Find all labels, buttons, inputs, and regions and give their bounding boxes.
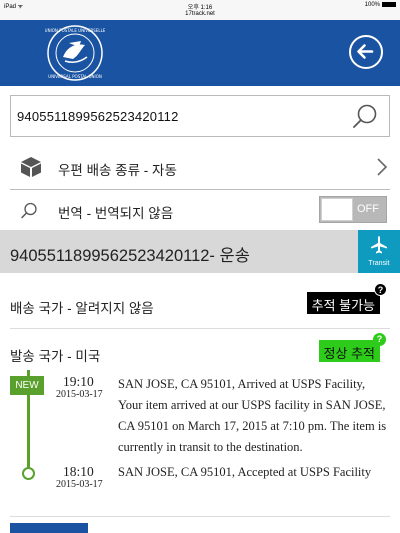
destination-country-row: 배송 국가 - 알려지지 않음 추적 불가능 ? xyxy=(10,283,390,329)
app-header: UNION POSTALE UNIVERSELLE UNIVERSAL POST… xyxy=(0,20,400,86)
timeline-dot xyxy=(22,467,35,480)
tracking-status-title: 9405511899562523420112- 운송 xyxy=(10,247,250,265)
airplane-icon xyxy=(371,236,387,254)
carrier-label: 우편 배송 종류 - 자동 xyxy=(58,163,177,178)
event-description: SAN JOSE, CA 95101, Accepted at USPS Fac… xyxy=(118,465,372,479)
transit-label: Transit xyxy=(368,260,390,267)
event-description: SAN JOSE, CA 95101, Arrived at USPS Faci… xyxy=(118,377,387,454)
event-date: 2015-03-17 xyxy=(56,479,103,490)
tracking-number-input[interactable]: 9405511899562523420112 xyxy=(17,109,179,124)
toggle-state: OFF xyxy=(357,203,379,215)
tracking-search-box[interactable]: 9405511899562523420112 xyxy=(10,95,390,137)
battery-icon xyxy=(382,2,396,7)
upu-logo xyxy=(10,523,88,533)
back-button[interactable] xyxy=(349,35,383,69)
url-bar[interactable]: 17track.net xyxy=(0,11,400,20)
search-icon xyxy=(21,202,37,219)
package-box-icon xyxy=(21,157,41,177)
upu-logo: UNION POSTALE UNIVERSELLE UNIVERSAL POST… xyxy=(45,25,105,81)
event-date: 2015-03-17 xyxy=(56,389,103,400)
destination-country-label: 배송 국가 - 알려지지 않음 xyxy=(10,301,154,316)
clock: 오후 1:16 xyxy=(187,5,213,11)
search-icon[interactable] xyxy=(351,103,379,131)
tracking-status-bar: 9405511899562523420112- 운송 Transit xyxy=(0,230,400,273)
back-arrow-icon xyxy=(357,44,374,59)
help-icon[interactable]: ? xyxy=(373,333,386,346)
divider xyxy=(10,516,390,517)
origin-country-label: 발송 국가 - 미국 xyxy=(10,349,101,364)
chevron-right-icon[interactable] xyxy=(376,157,388,177)
transit-status-badge[interactable]: Transit xyxy=(358,230,400,273)
untrackable-badge[interactable]: 추적 불가능 xyxy=(306,292,380,314)
toggle-knob[interactable] xyxy=(321,198,353,221)
event-time: 18:10 xyxy=(63,464,94,479)
translate-row: 번역 - 번역되지 않음 OFF xyxy=(10,192,390,230)
help-icon[interactable]: ? xyxy=(374,283,387,296)
svg-text:UNIVERSAL POSTAL UNION: UNIVERSAL POSTAL UNION xyxy=(48,74,102,79)
battery-indicator: 100% xyxy=(365,2,396,8)
new-tag: NEW xyxy=(10,376,44,395)
translate-toggle[interactable]: OFF xyxy=(319,196,387,223)
tracking-timeline: NEW 19:10 2015-03-17 SAN JOSE, CA 95101,… xyxy=(0,370,400,520)
normal-tracking-badge[interactable]: 정상 추적 xyxy=(318,340,380,362)
event-time: 19:10 xyxy=(63,374,94,389)
translate-label: 번역 - 번역되지 않음 xyxy=(58,206,174,221)
status-bar: iPad ᯤ 오후 1:16 100% xyxy=(0,0,400,11)
carrier-selector[interactable]: 우편 배송 종류 - 자동 xyxy=(10,145,390,190)
svg-text:UNION POSTALE UNIVERSELLE: UNION POSTALE UNIVERSELLE xyxy=(45,28,105,33)
battery-percent: 100% xyxy=(364,2,380,8)
